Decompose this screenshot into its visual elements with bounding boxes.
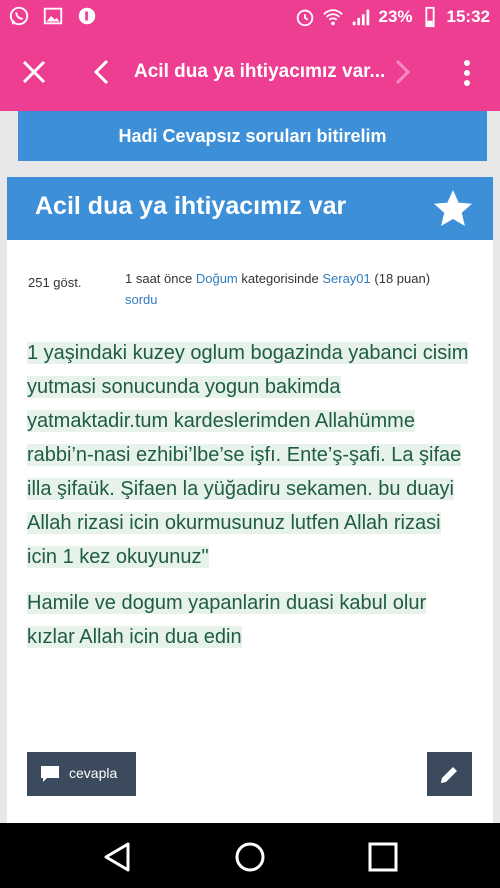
close-icon[interactable] bbox=[20, 58, 48, 86]
back-nav-icon[interactable] bbox=[100, 840, 134, 874]
notification-icon bbox=[78, 7, 96, 25]
unanswered-banner[interactable]: Hadi Cevapsız soruları bitirelim bbox=[18, 111, 487, 161]
category-link[interactable]: Doğum bbox=[196, 271, 238, 286]
question-meta: 1 saat önce Doğum kategorisinde Seray01 … bbox=[125, 268, 470, 310]
pencil-icon bbox=[441, 767, 457, 783]
recents-nav-icon[interactable] bbox=[366, 840, 400, 874]
clock: 15:32 bbox=[446, 7, 490, 26]
edit-button[interactable] bbox=[427, 752, 472, 796]
reply-button[interactable]: cevapla bbox=[27, 752, 136, 796]
star-icon[interactable] bbox=[431, 187, 475, 231]
more-vert-icon[interactable] bbox=[455, 58, 479, 88]
author-link[interactable]: Seray01 bbox=[322, 271, 370, 286]
alarm-icon bbox=[297, 9, 314, 27]
question-body-paragraph: 1 yaşindaki kuzey oglum bogazinda yabanc… bbox=[27, 342, 469, 568]
navigation-bar bbox=[0, 823, 500, 888]
question-header: Acil dua ya ihtiyacımız var bbox=[7, 177, 493, 240]
question-body: 1 yaşindaki kuzey oglum bogazinda yabanc… bbox=[27, 336, 472, 666]
app-bar-title: Acil dua ya ihtiyacımız var... bbox=[134, 61, 386, 82]
question-card: 251 göst. 1 saat önce Doğum kategorisind… bbox=[7, 240, 493, 823]
whatsapp-icon bbox=[9, 6, 29, 26]
chevron-left-icon[interactable] bbox=[90, 58, 114, 86]
gallery-icon bbox=[43, 7, 63, 25]
battery-percent: 23% bbox=[378, 7, 413, 26]
battery-icon bbox=[424, 6, 435, 28]
app-bar: Acil dua ya ihtiyacımız var... bbox=[0, 34, 500, 111]
author-points: (18 puan) bbox=[374, 271, 431, 286]
signal-icon bbox=[353, 9, 370, 26]
wifi-icon bbox=[323, 9, 344, 26]
content-area: Hadi Cevapsız soruları bitirelim Acil du… bbox=[0, 111, 500, 823]
asked-label: sordu bbox=[125, 292, 158, 307]
question-time: 1 saat önce bbox=[125, 271, 193, 286]
chevron-right-icon[interactable] bbox=[390, 58, 414, 86]
comment-icon bbox=[41, 766, 59, 782]
home-nav-icon[interactable] bbox=[233, 840, 267, 874]
reply-label: cevapla bbox=[69, 765, 118, 781]
status-bar: 23% 15:32 bbox=[0, 0, 500, 34]
question-title: Acil dua ya ihtiyacımız var bbox=[35, 192, 347, 220]
question-body-paragraph: Hamile ve dogum yapanlarin duasi kabul o… bbox=[27, 592, 427, 648]
category-suffix: kategorisinde bbox=[241, 271, 319, 286]
view-count: 251 göst. bbox=[28, 275, 82, 290]
